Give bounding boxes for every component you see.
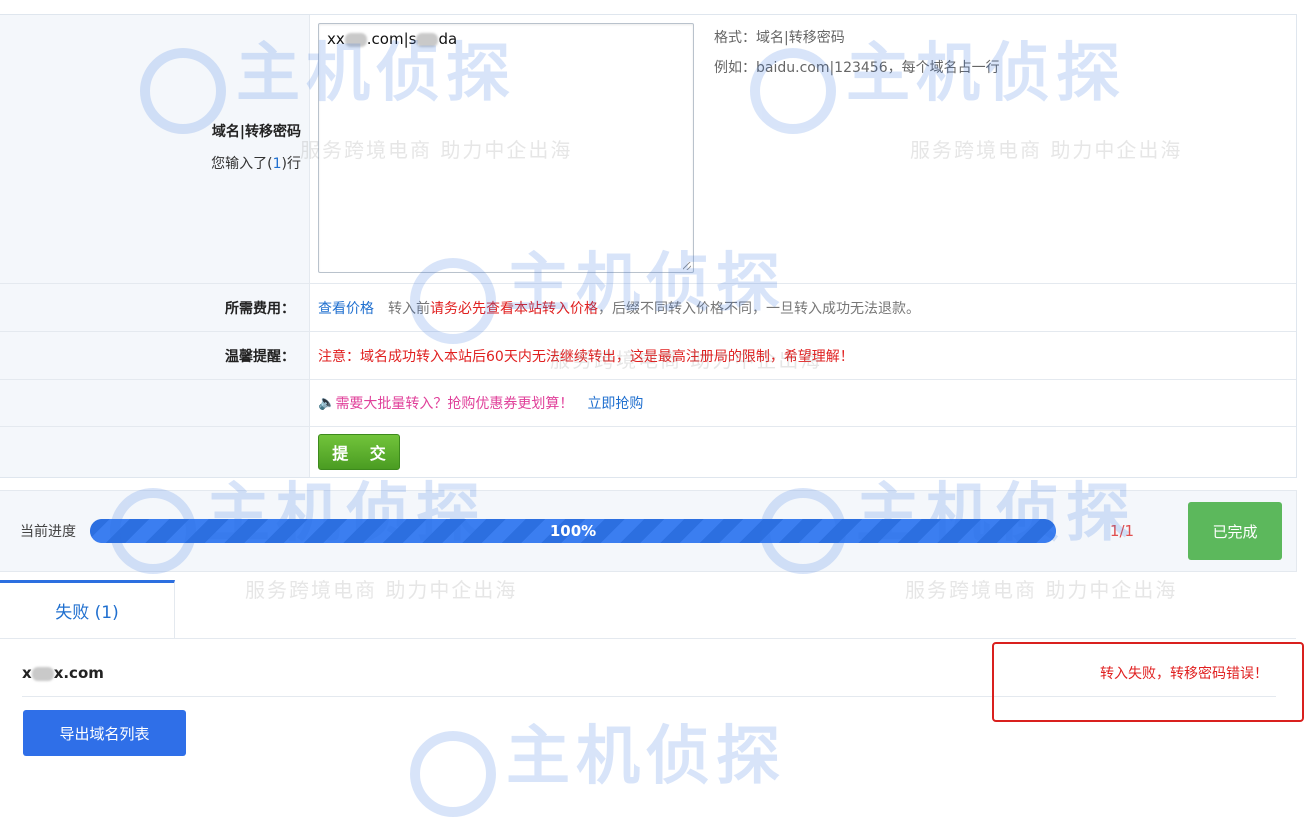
redacted-mask: [416, 32, 439, 47]
progress-count: 1/1: [1109, 522, 1135, 540]
tip-row: 温馨提醒： 注意：域名成功转入本站后60天内无法继续转出，这是最高注册局的限制，…: [0, 331, 1296, 379]
tip-label: 温馨提醒：: [0, 332, 310, 379]
domain-transfer-form: 域名|转移密码 您输入了(1)行 xx .com|s da 格式：域名|转移密码 例…: [0, 14, 1297, 478]
submit-row: 提 交: [0, 426, 1296, 477]
progress-label: 当前进度: [20, 524, 76, 540]
example-hint: 例如：baidu.com|123456，每个域名占一行: [714, 60, 1000, 76]
tab-failed[interactable]: 失败 (1): [0, 580, 175, 638]
result-domain: x x.com: [22, 664, 104, 682]
progress-percent: 100%: [549, 522, 597, 540]
globe-icon: [410, 730, 496, 817]
fee-note: 转入前请务必先查看本站转入价格，后缀不同转入价格不同，一旦转入成功无法退款。: [388, 300, 920, 317]
resize-handle[interactable]: [683, 262, 691, 270]
redacted-mask: [344, 32, 367, 47]
fee-label: 所需费用：: [0, 284, 310, 331]
buy-coupon-link[interactable]: 立即抢购: [587, 393, 643, 413]
promo-text: 需要大批量转入？抢购优惠券更划算！: [335, 396, 574, 412]
progress-bar: 100%: [90, 519, 1056, 543]
export-domain-list-button[interactable]: 导出域名列表: [23, 710, 186, 756]
promo-row: 🔈 需要大批量转入？抢购优惠券更划算！ 立即抢购: [0, 379, 1296, 426]
error-highlight-box: [992, 642, 1304, 722]
view-price-link[interactable]: 查看价格: [318, 298, 374, 318]
watermark: 主机侦探: [410, 705, 786, 817]
submit-button[interactable]: 提 交: [318, 434, 400, 470]
domain-textarea[interactable]: xx .com|s da: [318, 23, 694, 273]
format-hint-block: 格式：域名|转移密码 例如：baidu.com|123456，每个域名占一行: [714, 23, 1000, 83]
completed-button[interactable]: 已完成: [1188, 502, 1282, 560]
format-hint: 格式：域名|转移密码: [714, 30, 845, 46]
tip-text: 注意：域名成功转入本站后60天内无法继续转出，这是最高注册局的限制，希望理解！: [318, 348, 854, 365]
domain-label-cell: 域名|转移密码 您输入了(1)行: [0, 15, 310, 283]
redacted-mask: [31, 666, 54, 681]
domain-label: 域名|转移密码: [211, 124, 301, 140]
progress-panel: 当前进度 100% 1/1 已完成: [0, 490, 1297, 572]
line-count-text: 您输入了(1)行: [211, 156, 301, 172]
domain-input-row: 域名|转移密码 您输入了(1)行 xx .com|s da 格式：域名|转移密码 例…: [0, 15, 1296, 283]
result-tabs: 失败 (1): [0, 580, 1296, 639]
fee-row: 所需费用： 查看价格 转入前请务必先查看本站转入价格，后缀不同转入价格不同，一旦…: [0, 283, 1296, 331]
speaker-icon: 🔈: [318, 395, 336, 411]
